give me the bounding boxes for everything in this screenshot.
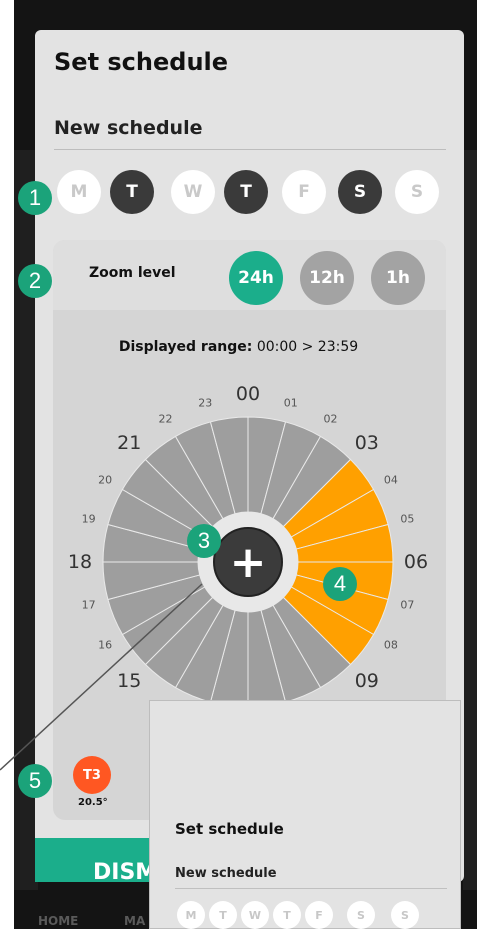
hour-label: 04: [383, 473, 398, 486]
hour-label: 23: [198, 396, 213, 410]
preview-day-toggle: F: [305, 901, 333, 929]
hour-label: 03: [354, 432, 379, 455]
callout-2-badge: 2: [18, 264, 52, 298]
callout-1-badge: 1: [18, 181, 52, 215]
hour-label: 06: [403, 551, 429, 573]
plus-icon: +: [230, 537, 267, 588]
hour-label: 02: [323, 412, 338, 426]
temp-t3-value: 20.5°: [78, 797, 108, 808]
callout-5-badge: 5: [18, 764, 52, 798]
hour-label: 16: [98, 638, 113, 651]
hour-label: 08: [383, 638, 398, 651]
dismiss-label: DISM: [93, 860, 158, 885]
temp-t3-button[interactable]: T3: [73, 756, 111, 794]
preview-day-toggle: W: [241, 901, 269, 929]
hour-label: 21: [117, 432, 142, 455]
hour-label: 07: [400, 598, 415, 612]
hour-label: 01: [283, 396, 298, 410]
hour-label: 17: [81, 598, 96, 612]
callout-3-badge: 3: [187, 524, 221, 558]
hour-label: 19: [81, 512, 96, 526]
callout-4-badge: 4: [323, 567, 357, 601]
preview-title: Set schedule: [175, 820, 284, 838]
hour-label: 18: [67, 551, 93, 573]
preview-day-toggle: T: [273, 901, 301, 929]
preview-day-toggle: S: [391, 901, 419, 929]
hour-label: 09: [354, 669, 379, 692]
schedule-dialog-preview: [149, 700, 461, 929]
preview-day-toggle: T: [209, 901, 237, 929]
preview-day-toggle: M: [177, 901, 205, 929]
preview-divider: [175, 888, 447, 889]
hour-label: 15: [117, 669, 142, 692]
hour-label: 05: [400, 512, 415, 526]
hour-label: 22: [158, 412, 173, 426]
hour-label: 20: [98, 473, 113, 486]
preview-schedule-name: New schedule: [175, 866, 277, 881]
hour-label: 00: [235, 383, 261, 405]
preview-day-toggle: S: [347, 901, 375, 929]
